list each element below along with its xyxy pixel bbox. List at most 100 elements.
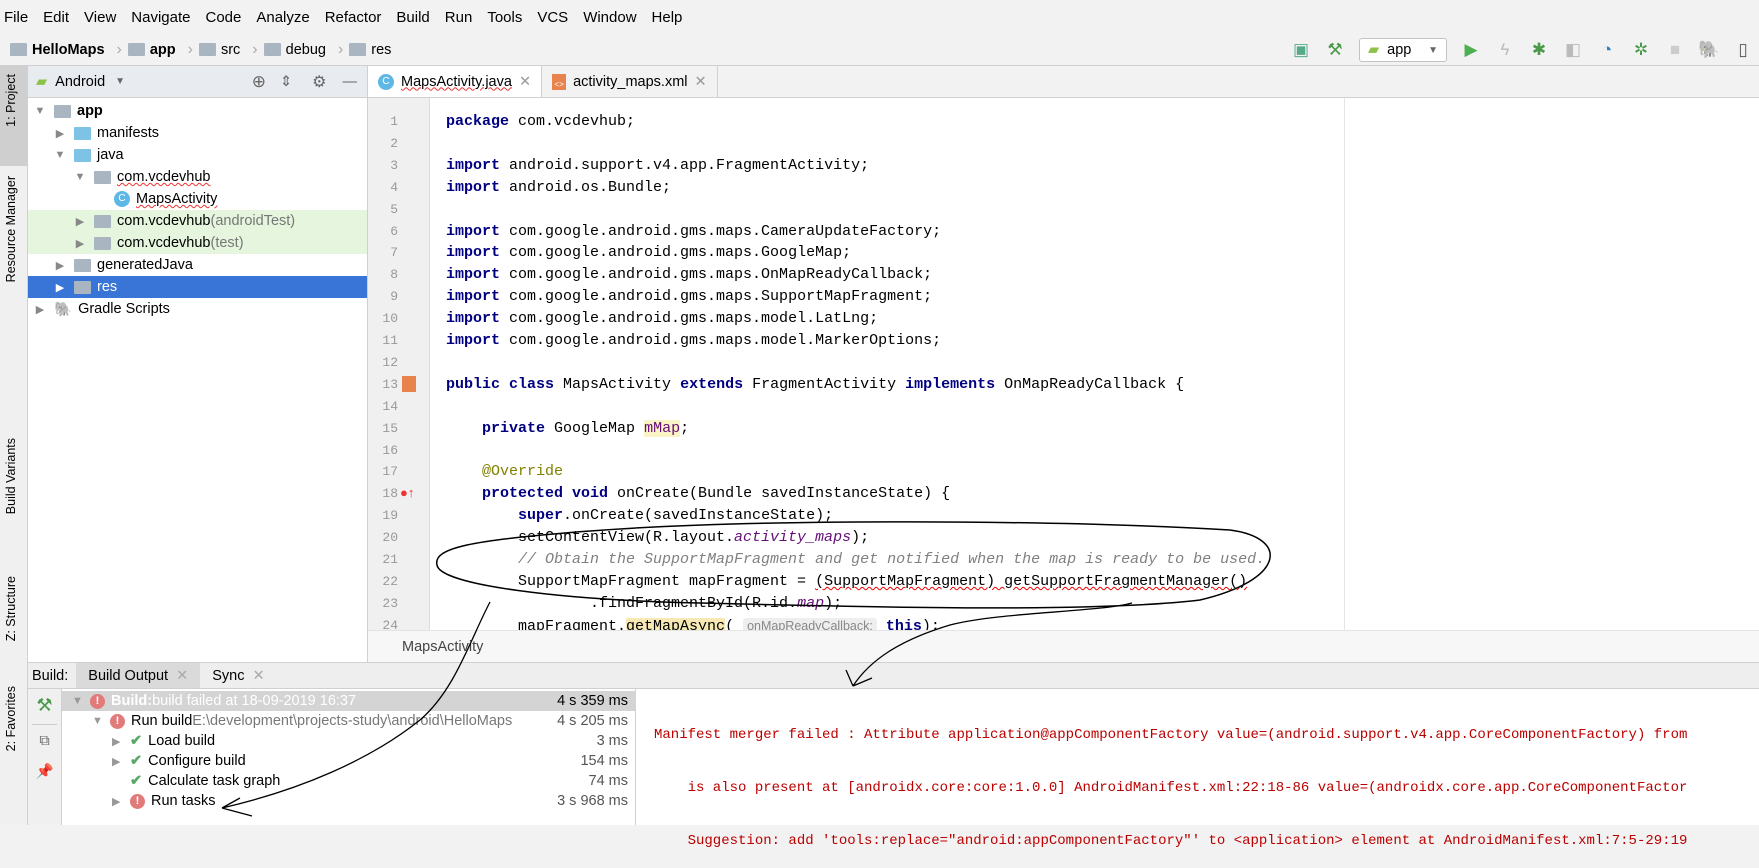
menu-navigate[interactable]: Navigate — [131, 9, 190, 26]
breadcrumb-item[interactable]: app — [127, 42, 176, 58]
menu-code[interactable]: Code — [205, 9, 241, 26]
collapsed-icon[interactable]: ▶ — [32, 303, 48, 316]
menu-vcs[interactable]: VCS — [537, 9, 568, 26]
menu-build[interactable]: Build — [396, 9, 429, 26]
project-tree-item[interactable]: ▼ app — [28, 100, 367, 122]
code-token: // Obtain the SupportMapFragment and get… — [518, 551, 1266, 568]
expanded-icon[interactable]: ▼ — [72, 695, 90, 707]
code-token: GoogleMap — [545, 419, 645, 437]
tab-sync[interactable]: Sync ✕ — [200, 663, 276, 688]
project-tree-item[interactable]: ▶ generatedJava — [28, 254, 367, 276]
build-tree-row[interactable]: ▼! Build: build failed at 18-09-2019 16:3… — [62, 691, 636, 711]
attach-debugger-icon[interactable]: ◧ — [1563, 40, 1583, 60]
collapsed-icon[interactable]: ▶ — [52, 127, 68, 140]
collapsed-icon[interactable]: ▶ — [52, 259, 68, 272]
close-icon[interactable]: ✕ — [253, 668, 265, 684]
expanded-icon[interactable]: ▼ — [32, 105, 48, 117]
expanded-icon[interactable]: ▼ — [92, 715, 110, 727]
collapsed-icon[interactable]: ▶ — [72, 237, 88, 250]
menu-window[interactable]: Window — [583, 9, 636, 26]
layout-inspector-icon[interactable]: ▣ — [1291, 40, 1311, 60]
code-token: import — [446, 310, 501, 328]
override-gutter-icon[interactable]: ●↑ — [400, 485, 414, 500]
code-line: SupportMapFragment mapFragment = (Suppor… — [446, 571, 1247, 593]
project-tree-item[interactable]: C MapsActivity — [28, 188, 367, 210]
pin-icon[interactable]: 📌 — [28, 763, 61, 780]
menu-edit[interactable]: Edit — [43, 9, 69, 26]
favorites-tool-button[interactable]: 2: Favorites — [4, 686, 18, 751]
breadcrumb-class[interactable]: MapsActivity — [402, 639, 483, 655]
build-tree-row[interactable]: ▶! Run tasks 3 s 968 ms — [62, 791, 636, 811]
expanded-icon[interactable]: ▼ — [72, 171, 88, 183]
collapsed-icon[interactable]: ▶ — [112, 795, 130, 808]
profile-icon[interactable]: ◔ — [1597, 40, 1617, 60]
build-tree-row[interactable]: ▶ ✔ Load build 3 ms — [62, 731, 636, 751]
structure-tool-button[interactable]: Z: Structure — [4, 576, 18, 641]
editor-tab[interactable]: C MapsActivity.java ✕ — [368, 66, 543, 97]
breadcrumb-item[interactable]: src — [198, 42, 240, 58]
build-step-title: Calculate task graph — [148, 773, 281, 789]
project-tree-item[interactable]: ▶ com.vcdevhub (androidTest) — [28, 210, 367, 232]
code-token: extends — [680, 375, 744, 393]
project-tree-item[interactable]: ▶ res — [28, 276, 367, 298]
hide-panel-icon[interactable]: — — [343, 74, 358, 90]
run-configuration-select[interactable]: ▰ app ▼ — [1359, 38, 1447, 62]
menu-file[interactable]: File — [4, 9, 28, 26]
close-icon[interactable]: ✕ — [519, 74, 531, 90]
folder-icon — [127, 43, 145, 56]
project-tree-item[interactable]: ▼ java — [28, 144, 367, 166]
project-tree-item[interactable]: ▶ 🐘 Gradle Scripts — [28, 298, 367, 320]
build-hammer-icon[interactable]: ⚒ — [1325, 40, 1345, 60]
collapsed-icon[interactable]: ▶ — [72, 215, 88, 228]
build-step-title: Build: — [111, 693, 153, 709]
project-tree-item[interactable]: ▼ com.vcdevhub — [28, 166, 367, 188]
locate-icon[interactable]: ⊕ — [252, 72, 266, 92]
debug-icon[interactable]: ✱ — [1529, 40, 1549, 60]
build-tree-row[interactable]: ▼! Run build E:\development\projects-stud… — [62, 711, 636, 731]
rebuild-hammer-icon[interactable]: ⚒ — [28, 695, 61, 716]
avd-manager-icon[interactable]: ▯ — [1733, 40, 1753, 60]
project-tool-button[interactable]: 1: Project — [4, 74, 18, 127]
expanded-icon[interactable]: ▼ — [52, 149, 68, 161]
toggle-view-icon[interactable]: ⧉ — [28, 733, 61, 749]
gear-icon[interactable]: ⚙ — [312, 72, 326, 92]
run-icon[interactable]: ▶ — [1461, 40, 1481, 60]
menu-run[interactable]: Run — [445, 9, 473, 26]
close-icon[interactable]: ✕ — [176, 668, 188, 684]
menu-analyze[interactable]: Analyze — [256, 9, 309, 26]
collapsed-icon[interactable]: ▶ — [112, 735, 130, 748]
stop-icon[interactable]: ■ — [1665, 40, 1685, 60]
breadcrumb-item[interactable]: res — [349, 42, 391, 58]
project-view-select[interactable]: Android — [55, 74, 105, 90]
collapsed-icon[interactable]: ▶ — [112, 755, 130, 768]
editor-tab[interactable]: <> activity_maps.xml ✕ — [542, 66, 718, 97]
apply-changes-icon[interactable]: ϟ — [1495, 40, 1515, 60]
build-variants-tool-button[interactable]: Build Variants — [4, 438, 18, 514]
build-output-console[interactable]: Manifest merger failed : Attribute appli… — [636, 689, 1759, 849]
menu-tools[interactable]: Tools — [487, 9, 522, 26]
error-icon: ! — [110, 713, 125, 729]
breadcrumb-item[interactable]: HelloMaps — [10, 42, 105, 58]
gradle-sync-icon[interactable]: 🐘 — [1698, 40, 1719, 60]
menu-view[interactable]: View — [84, 9, 116, 26]
resource-manager-tool-button[interactable]: Resource Manager — [4, 176, 18, 282]
code-token: import — [446, 266, 501, 284]
menu-help[interactable]: Help — [652, 9, 683, 26]
project-tree-item[interactable]: ▶ manifests — [28, 122, 367, 144]
close-icon[interactable]: ✕ — [695, 74, 707, 90]
build-tree-row[interactable]: ▶ ✔ Configure build 154 ms — [62, 751, 636, 771]
chevron-down-icon[interactable]: ▼ — [115, 76, 125, 87]
breadcrumb-item[interactable]: debug — [263, 42, 326, 58]
collapse-all-icon[interactable]: ⇕ — [280, 74, 292, 90]
collapsed-icon[interactable]: ▶ — [52, 281, 68, 294]
tab-build-output[interactable]: Build Output ✕ — [76, 663, 201, 688]
menu-refactor[interactable]: Refactor — [325, 9, 382, 26]
attach-process-icon[interactable]: ✲ — [1631, 40, 1651, 60]
line-number: 17 — [382, 464, 398, 480]
build-tree-row[interactable]: ✔ Calculate task graph 74 ms — [62, 771, 636, 791]
project-tree-item[interactable]: ▶ com.vcdevhub (test) — [28, 232, 367, 254]
item-suffix: (test) — [210, 235, 244, 251]
editor-tabs: C MapsActivity.java ✕ <> activity_maps.xml ✕ — [368, 66, 1759, 98]
